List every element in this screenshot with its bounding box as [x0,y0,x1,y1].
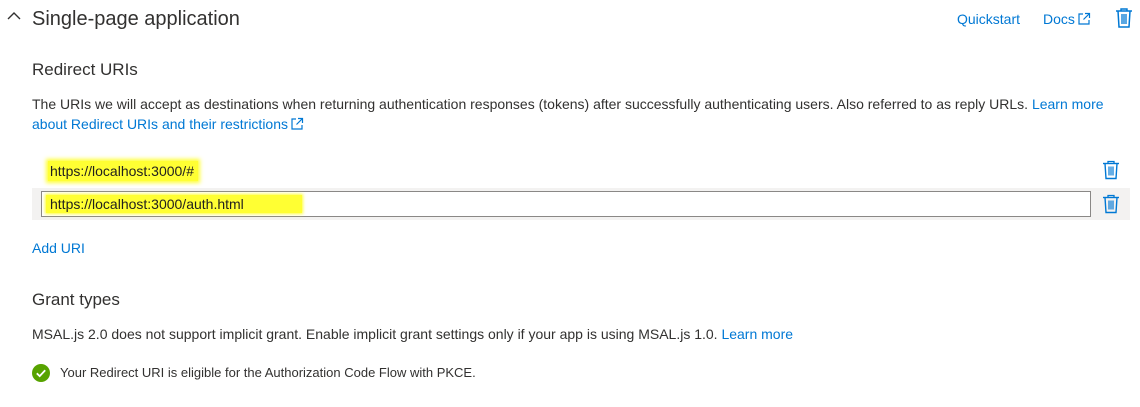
check-circle-icon [32,364,50,382]
grant-description-text: MSAL.js 2.0 does not support implicit gr… [32,326,718,342]
grant-types-description: MSAL.js 2.0 does not support implicit gr… [32,324,793,344]
redirect-uri-input[interactable] [46,195,302,213]
redirect-uri-field[interactable] [41,191,1091,217]
external-link-icon [1077,12,1091,26]
docs-link-label: Docs [1043,11,1075,27]
status-text: Your Redirect URI is eligible for the Au… [60,365,476,380]
grant-types-heading: Grant types [32,290,120,309]
spa-platform-section: Single-page application Quickstart Docs … [0,0,1140,407]
external-link-icon [290,116,304,130]
trash-icon[interactable] [1102,160,1120,180]
redirect-uris-heading: Redirect URIs [32,60,138,79]
delete-platform-trash-icon[interactable] [1114,7,1134,29]
redirect-description-text: The URIs we will accept as destinations … [32,96,1029,112]
redirect-uri-value[interactable]: https://localhost:3000/# [48,161,198,181]
trash-icon[interactable] [1102,194,1120,214]
quickstart-link[interactable]: Quickstart [957,10,1020,28]
redirect-uris-description: The URIs we will accept as destinations … [32,94,1132,134]
chevron-up-icon[interactable] [6,8,22,24]
redirect-uri-row [32,188,1130,220]
redirect-uri-row[interactable]: https://localhost:3000/# [32,154,1130,186]
learn-more-grant-link[interactable]: Learn more [721,326,793,342]
pkce-status-message: Your Redirect URI is eligible for the Au… [32,364,476,382]
section-header: Single-page application Quickstart Docs [0,0,1140,38]
docs-link[interactable]: Docs [1043,10,1091,28]
section-title: Single-page application [32,8,240,30]
add-uri-link[interactable]: Add URI [32,239,85,257]
